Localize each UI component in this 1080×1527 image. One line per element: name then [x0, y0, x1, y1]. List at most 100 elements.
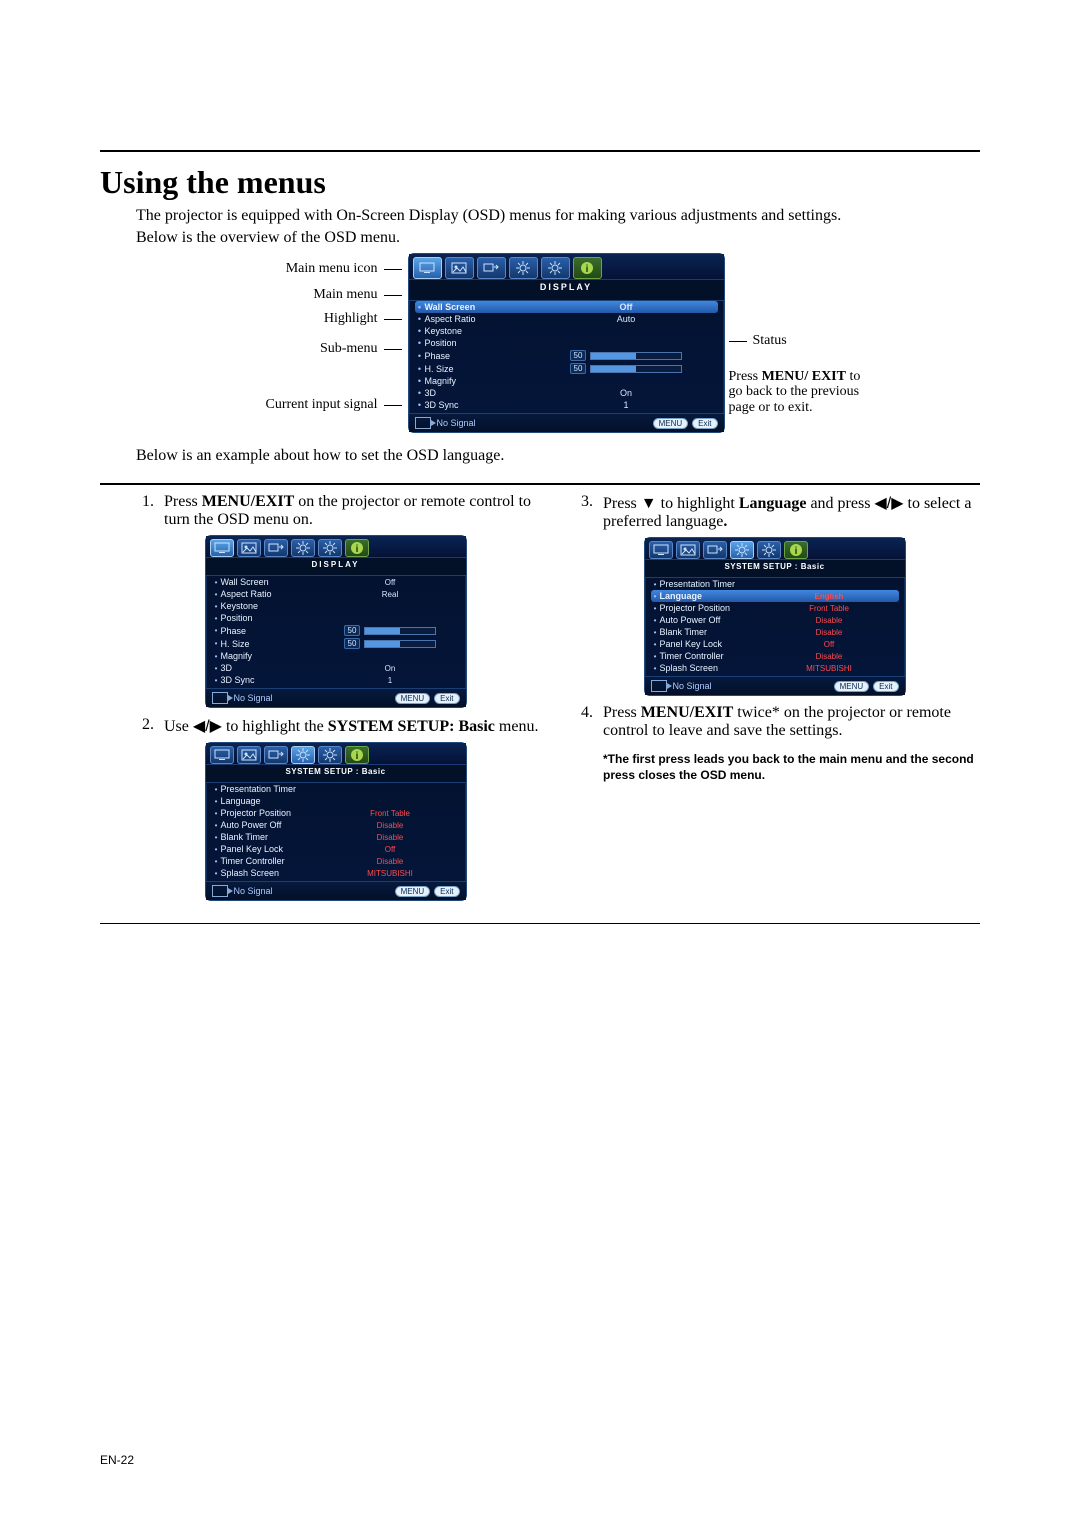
menu-item-value: On	[535, 388, 718, 398]
menu-item-label: Magnify	[425, 376, 535, 386]
svg-text:i: i	[586, 264, 589, 275]
osd-tab-gear-1-icon	[291, 746, 315, 764]
osd-tab-gear-1-icon	[291, 539, 315, 557]
osd-tabs: i	[206, 536, 466, 558]
intro-text-2: Below is the overview of the OSD menu.	[136, 229, 980, 247]
menu-item-value: Disable	[321, 833, 460, 842]
menu-item-label: 3D	[221, 663, 321, 673]
menu-item-value: Front Table	[760, 604, 899, 613]
label-main-menu: Main menu	[313, 287, 377, 303]
menu-item-label: Phase	[425, 351, 535, 361]
menu-item-label: Phase	[221, 626, 321, 636]
osd-footer: No Signal MENU Exit	[206, 881, 466, 900]
osd-tab-source-icon	[477, 257, 506, 279]
exit-chip: Exit	[873, 681, 898, 692]
menu-item-label: Projector Position	[221, 808, 321, 818]
menu-item: • Magnify	[212, 650, 460, 662]
menu-item-label: Position	[425, 338, 535, 348]
signal-status: No Signal	[234, 693, 273, 703]
menu-chip: MENU	[653, 418, 689, 429]
signal-status: No Signal	[234, 886, 273, 896]
label-sub-menu: Sub-menu	[320, 341, 378, 357]
svg-text:i: i	[355, 751, 358, 762]
exit-chip: Exit	[692, 418, 717, 429]
osd-tab-display-icon	[413, 257, 442, 279]
menu-slider: 50	[321, 638, 460, 649]
osd-tab-info-icon: i	[345, 746, 369, 764]
left-arrow-icon: ◀	[193, 716, 205, 736]
menu-item-label: Projector Position	[660, 603, 760, 613]
menu-item: • Language	[212, 795, 460, 807]
menu-item-value: Off	[321, 578, 460, 587]
menu-item: • Timer Controller Disable	[651, 650, 899, 662]
svg-text:i: i	[794, 546, 797, 557]
menu-item: • Panel Key Lock Off	[212, 843, 460, 855]
osd-tab-picture-icon	[237, 746, 261, 764]
osd-title: DISPLAY	[409, 280, 724, 301]
menu-item-value: 1	[535, 400, 718, 410]
down-arrow-icon: ▼	[641, 495, 657, 513]
menu-item: • Splash Screen MITSUBISHI	[212, 867, 460, 879]
osd-overview-diagram: Main menu icon Main menu Highlight Sub-m…	[100, 253, 980, 433]
menu-item-label: Splash Screen	[660, 663, 760, 673]
menu-item: • Splash Screen MITSUBISHI	[651, 662, 899, 674]
menu-item-label: Wall Screen	[425, 302, 535, 312]
osd-tabs: i	[645, 538, 905, 560]
menu-item-value: On	[321, 664, 460, 673]
diagram-left-labels: Main menu icon Main menu Highlight Sub-m…	[212, 253, 402, 413]
step-2: 2. Use ◀/▶ to highlight the SYSTEM SETUP…	[130, 716, 541, 736]
menu-item-label: Aspect Ratio	[221, 589, 321, 599]
step-4: 4. Press MENU/EXIT twice* on the project…	[569, 704, 980, 740]
bottom-rule	[100, 923, 980, 924]
osd-title: SYSTEM SETUP : Basic	[206, 765, 466, 783]
osd-tab-source-icon	[264, 746, 288, 764]
menu-item-label: H. Size	[425, 364, 535, 374]
menu-item: • Presentation Timer	[651, 578, 899, 590]
osd-tab-picture-icon	[445, 257, 474, 279]
menu-item-label: Timer Controller	[660, 651, 760, 661]
menu-item: • Blank Timer Disable	[212, 831, 460, 843]
osd-tab-info-icon: i	[573, 257, 602, 279]
label-press-menu-exit: Press MENU/ EXIT to go back to the previ…	[729, 369, 869, 415]
menu-item: • Phase 50	[415, 349, 718, 362]
menu-item-value: Off	[321, 845, 460, 854]
menu-item-value: Off	[760, 640, 899, 649]
osd-step1-window: iDISPLAY • Wall Screen Off • Aspect Rati…	[130, 535, 541, 708]
menu-item-value: 1	[321, 676, 460, 685]
menu-slider: 50	[535, 350, 718, 361]
menu-item: • Phase 50	[212, 624, 460, 637]
menu-item-value: Disable	[321, 857, 460, 866]
osd-tab-source-icon	[703, 541, 727, 559]
page-number: EN-22	[100, 1453, 134, 1467]
osd-tab-gear-2-icon	[757, 541, 781, 559]
osd-step2-window: iSYSTEM SETUP : Basic • Presentation Tim…	[130, 742, 541, 901]
osd-main-window: iDISPLAY • Wall Screen Off • Aspect Rati…	[408, 253, 723, 433]
menu-item: • 3D Sync 1	[212, 674, 460, 686]
signal-status: No Signal	[673, 681, 712, 691]
menu-item-label: Language	[221, 796, 321, 806]
menu-item-value: Disable	[760, 652, 899, 661]
menu-item: • H. Size 50	[415, 362, 718, 375]
signal-status: No Signal	[437, 418, 476, 428]
label-main-menu-icon: Main menu icon	[286, 261, 378, 277]
menu-item-value: Disable	[760, 616, 899, 625]
source-icon	[415, 417, 431, 429]
osd-tab-display-icon	[210, 539, 234, 557]
osd-tab-gear-2-icon	[541, 257, 570, 279]
source-icon	[212, 885, 228, 897]
osd-tab-picture-icon	[676, 541, 700, 559]
menu-item-value: English	[760, 592, 899, 601]
menu-item-value: Front Table	[321, 809, 460, 818]
menu-item: • Position	[212, 612, 460, 624]
source-icon	[212, 692, 228, 704]
osd-tab-info-icon: i	[345, 539, 369, 557]
menu-item-label: 3D Sync	[221, 675, 321, 685]
osd-tab-picture-icon	[237, 539, 261, 557]
menu-item: • Wall Screen Off	[415, 301, 718, 313]
menu-item-label: Position	[221, 613, 321, 623]
source-icon	[651, 680, 667, 692]
osd-tab-display-icon	[210, 746, 234, 764]
menu-item-label: Auto Power Off	[221, 820, 321, 830]
osd-title: SYSTEM SETUP : Basic	[645, 560, 905, 578]
menu-item: • Panel Key Lock Off	[651, 638, 899, 650]
